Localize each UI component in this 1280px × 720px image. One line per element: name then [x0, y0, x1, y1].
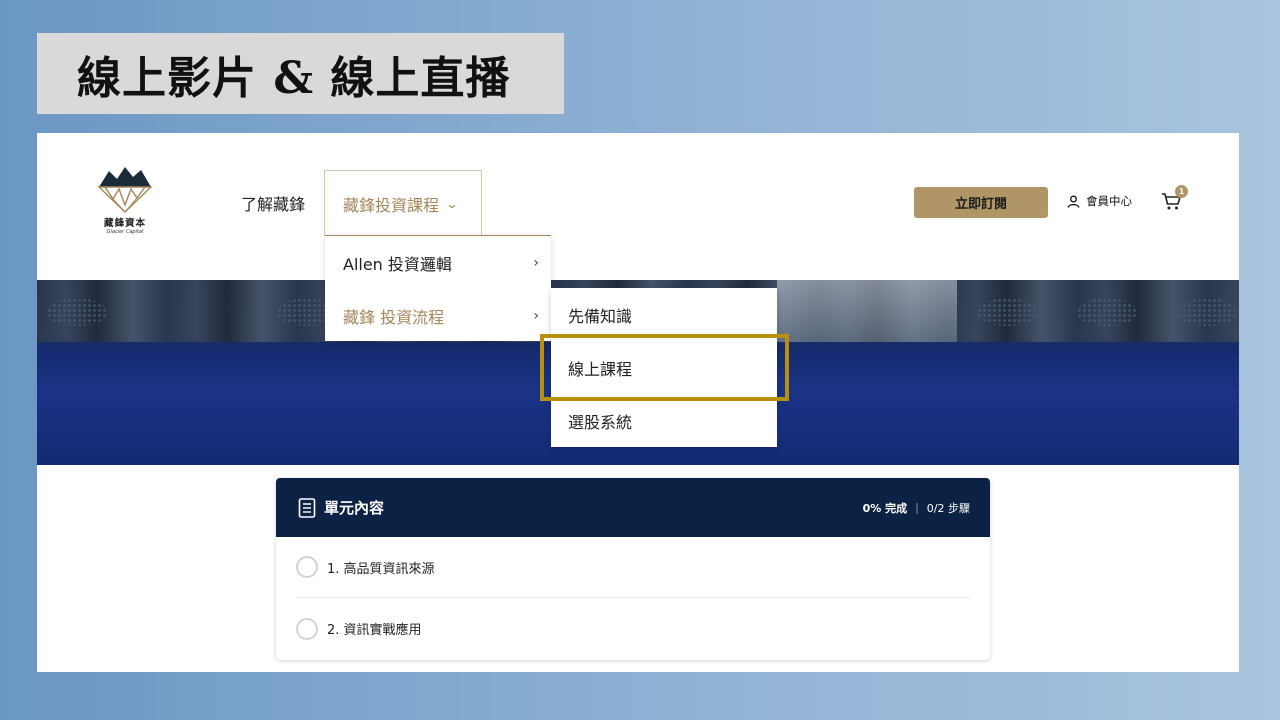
- mountain-logo-icon: [97, 167, 153, 213]
- cart-button[interactable]: 1: [1161, 185, 1189, 214]
- chevron-right-icon: ›: [533, 307, 539, 324]
- lesson-label: 1. 高品質資訊來源: [327, 561, 435, 577]
- dropdown-item-label: Allen 投資邏輯: [343, 254, 452, 274]
- submenu-item-stock-system[interactable]: 選股系統: [551, 394, 777, 447]
- submenu-item-label: 先備知識: [568, 306, 633, 326]
- dropdown-item-allen-logic[interactable]: Allen 投資邏輯 ›: [325, 236, 551, 289]
- slide-title-text: 線上影片 & 線上直播: [77, 52, 511, 104]
- banner-decoration: [977, 298, 1037, 326]
- unit-steps: 0/2 步驟: [926, 501, 970, 515]
- unit-content-card: 單元內容 0% 完成 | 0/2 步驟 1. 高品質資訊來源 2. 資訊實戰應用: [276, 478, 990, 660]
- nav-courses-label: 藏鋒投資課程: [343, 195, 440, 215]
- dropdown-item-investment-process[interactable]: 藏鋒 投資流程 ›: [325, 289, 551, 342]
- document-icon: [298, 497, 316, 518]
- unit-header: 單元內容 0% 完成 | 0/2 步驟: [276, 478, 990, 537]
- logo-subtitle: Glacier Capital: [106, 229, 144, 235]
- member-center-link[interactable]: 會員中心: [1067, 193, 1132, 209]
- lesson-item[interactable]: 2. 資訊實戰應用: [296, 598, 970, 659]
- lesson-item[interactable]: 1. 高品質資訊來源: [296, 537, 970, 598]
- subscribe-button[interactable]: 立即訂閱: [914, 187, 1048, 218]
- lesson-label: 2. 資訊實戰應用: [327, 623, 422, 638]
- chevron-down-icon: ⌄: [445, 196, 460, 211]
- user-icon: [1067, 195, 1080, 208]
- nav-courses[interactable]: 藏鋒投資課程 ⌄: [324, 170, 482, 236]
- nav-about[interactable]: 了解藏鋒: [241, 170, 305, 236]
- courses-dropdown: Allen 投資邏輯 › 藏鋒 投資流程 ›: [325, 235, 551, 341]
- nav-about-label: 了解藏鋒: [241, 195, 306, 214]
- banner-decoration: [777, 280, 957, 342]
- banner-decoration: [47, 298, 107, 326]
- unit-title: 單元內容: [324, 499, 385, 517]
- slide-title: 線上影片 & 線上直播: [37, 33, 564, 114]
- browser-frame: 藏鋒資本 Glacier Capital 了解藏鋒 藏鋒投資課程 ⌄ 立即訂閱 …: [37, 133, 1239, 672]
- dropdown-item-label: 藏鋒 投資流程: [343, 307, 445, 327]
- logo[interactable]: 藏鋒資本 Glacier Capital: [97, 165, 153, 241]
- chevron-right-icon: ›: [533, 254, 539, 271]
- member-center-label: 會員中心: [1086, 194, 1132, 208]
- unit-progress: 0% 完成: [862, 501, 908, 515]
- submenu-item-label: 選股系統: [568, 412, 633, 432]
- banner-decoration: [1077, 298, 1137, 326]
- banner-decoration: [1177, 298, 1237, 326]
- lesson-status-circle-icon: [296, 556, 318, 578]
- lesson-status-circle-icon: [296, 617, 318, 640]
- highlight-box: [540, 334, 789, 401]
- logo-text: 藏鋒資本: [103, 218, 146, 229]
- cart-badge: 1: [1175, 185, 1188, 198]
- divider: |: [915, 501, 919, 514]
